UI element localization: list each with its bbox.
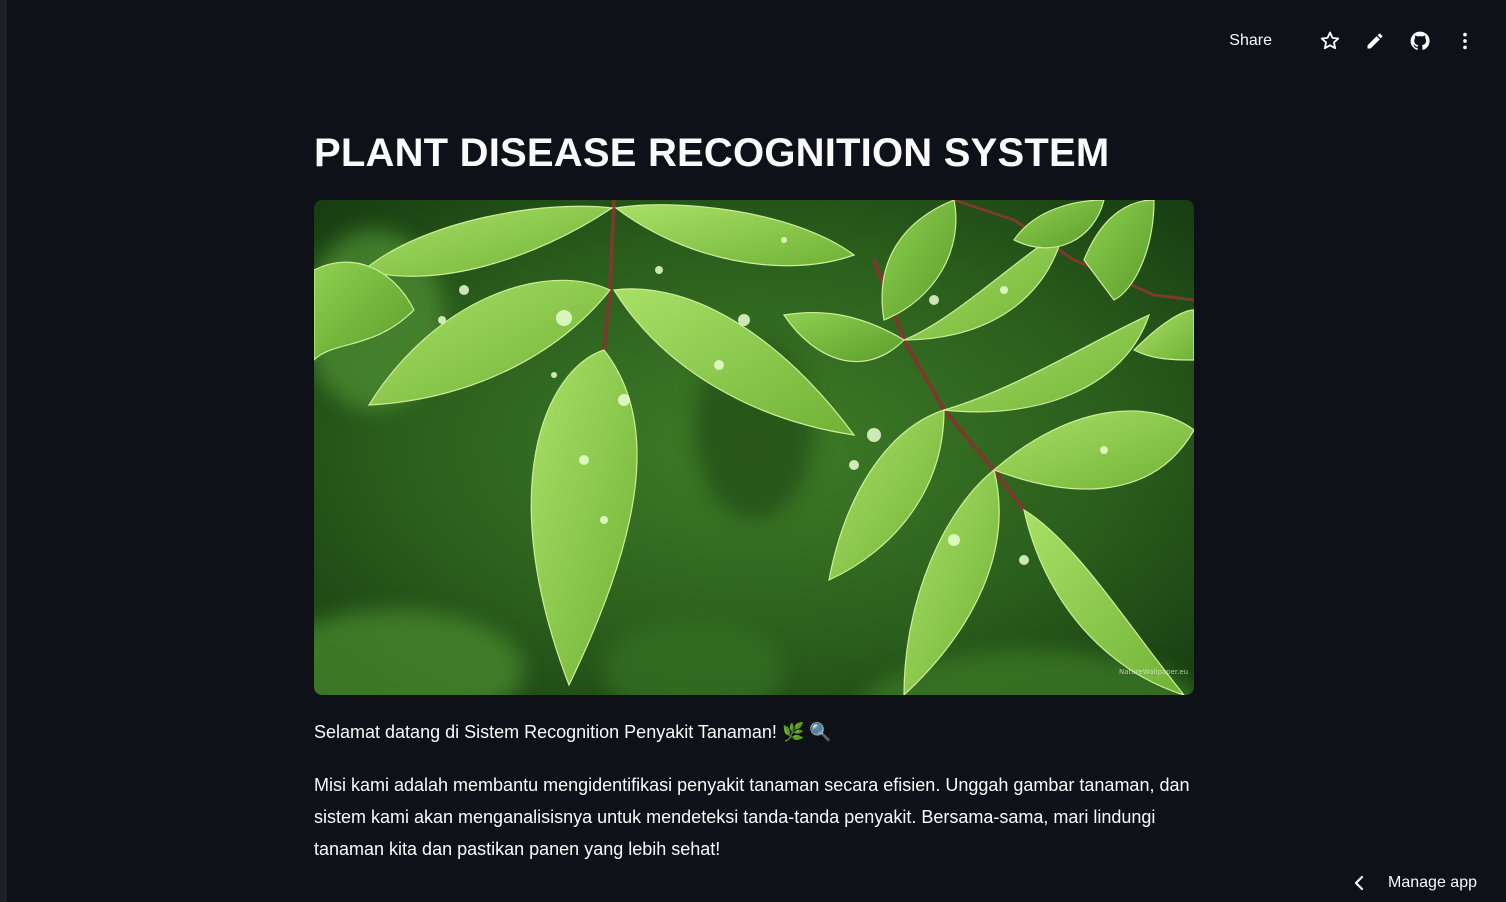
pencil-icon[interactable] [1364, 30, 1386, 52]
manage-app-label: Manage app [1388, 874, 1477, 891]
welcome-text: Selamat datang di Sistem Recognition Pen… [314, 722, 832, 742]
share-button[interactable]: Share [1229, 32, 1272, 50]
star-icon[interactable] [1319, 30, 1341, 52]
more-vertical-icon[interactable] [1454, 30, 1476, 52]
plant-leaf-image: NatureWallpaper.eu [314, 200, 1194, 695]
manage-app-button[interactable]: Manage app [1352, 874, 1477, 892]
app-toolbar: Share [1229, 26, 1476, 56]
image-watermark: NatureWallpaper.eu [1119, 668, 1188, 676]
sidebar-edge [0, 0, 7, 902]
main-content: PLANT DISEASE RECOGNITION SYSTEM NatureW… [314, 120, 1194, 865]
mission-text: Misi kami adalah membantu mengidentifika… [314, 775, 1190, 859]
chevron-left-icon [1352, 875, 1366, 891]
github-icon[interactable] [1409, 30, 1431, 52]
page-title: PLANT DISEASE RECOGNITION SYSTEM [314, 131, 1110, 175]
